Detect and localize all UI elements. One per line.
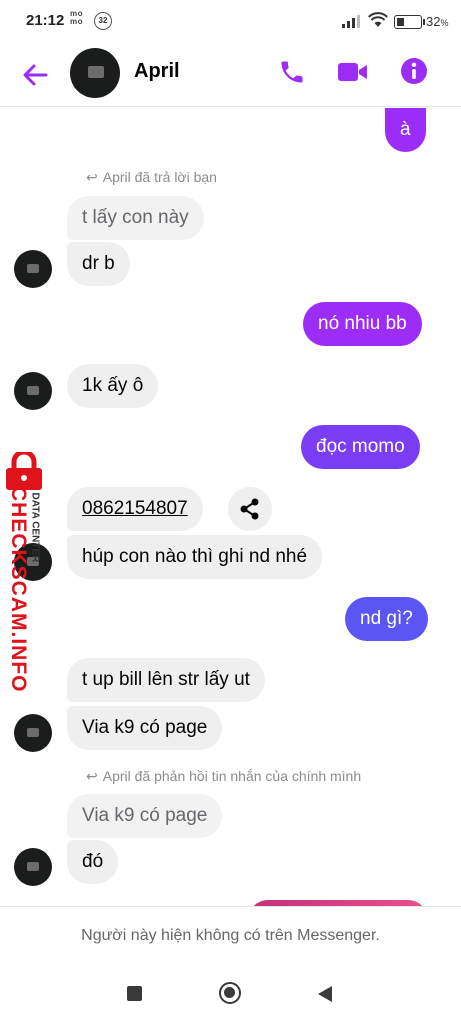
message-bubble-in[interactable]: húp con nào thì ghi nd nhé bbox=[67, 535, 323, 579]
back-triangle-icon[interactable] bbox=[316, 984, 334, 1004]
status-time: 21:12 bbox=[26, 12, 65, 29]
share-button[interactable] bbox=[228, 487, 272, 531]
recent-apps-button[interactable] bbox=[127, 986, 142, 1001]
message-bubble-out[interactable]: nd gì? bbox=[345, 597, 428, 641]
reply-arrow-icon: ↩ bbox=[86, 169, 98, 185]
system-nav-bar bbox=[0, 964, 461, 1024]
momo-notification-icon: mo mo bbox=[70, 9, 83, 26]
phone-number-link[interactable]: 0862154807 bbox=[67, 487, 203, 531]
back-arrow-icon[interactable] bbox=[20, 60, 50, 90]
message-bubble-in[interactable]: đó bbox=[67, 840, 119, 884]
chat-header: April bbox=[0, 44, 461, 107]
battery-icon bbox=[394, 15, 425, 29]
signal-icon bbox=[342, 15, 360, 28]
message-bubble-in[interactable]: t up bill lên str lấy ut bbox=[67, 658, 265, 702]
quoted-message[interactable]: t lấy con này bbox=[67, 196, 204, 240]
watermark-sub: DATA CENTER bbox=[29, 492, 41, 563]
watermark-brand: CHECKSCAM.INFO bbox=[7, 486, 30, 693]
message-bubble-out[interactable]: à bbox=[385, 108, 426, 152]
message-bubble-out[interactable]: nó nhiu bb bbox=[303, 302, 422, 346]
sender-avatar[interactable] bbox=[14, 250, 52, 288]
reply-arrow-icon: ↩ bbox=[86, 768, 98, 784]
reply-note: ↩ April đã phản hồi tin nhắn của chính mì… bbox=[86, 768, 362, 784]
status-bar: 21:12 mo mo 32 32% bbox=[0, 0, 461, 44]
message-bubble-in[interactable]: dr b bbox=[67, 242, 130, 286]
notification-count-badge: 32 bbox=[94, 12, 112, 30]
share-icon bbox=[240, 498, 259, 520]
home-button[interactable] bbox=[219, 982, 241, 1004]
battery-percent: 32% bbox=[426, 14, 449, 29]
reply-note: ↩ April đã trả lời bạn bbox=[86, 169, 217, 185]
message-bubble-in[interactable]: 1k ấy ô bbox=[67, 364, 159, 408]
sender-avatar[interactable] bbox=[14, 714, 52, 752]
phone-icon[interactable] bbox=[278, 58, 306, 86]
video-camera-icon[interactable] bbox=[337, 60, 369, 84]
unavailable-notice: Người này hiện không có trên Messenger. bbox=[81, 927, 380, 944]
sender-avatar[interactable] bbox=[14, 848, 52, 886]
message-bubble-out[interactable]: đọc momo bbox=[301, 425, 420, 469]
watermark: CHECKSCAM.INFO DATA CENTER bbox=[0, 452, 50, 693]
message-bubble-in[interactable]: Via k9 có page bbox=[67, 706, 223, 750]
wifi-icon bbox=[368, 12, 388, 27]
contact-name[interactable]: April bbox=[134, 60, 180, 83]
contact-avatar[interactable] bbox=[70, 48, 120, 98]
unavailable-notice-bar: Người này hiện không có trên Messenger. bbox=[0, 906, 461, 965]
info-icon[interactable] bbox=[400, 57, 428, 85]
quoted-message[interactable]: Via k9 có page bbox=[67, 794, 223, 838]
sender-avatar[interactable] bbox=[14, 372, 52, 410]
